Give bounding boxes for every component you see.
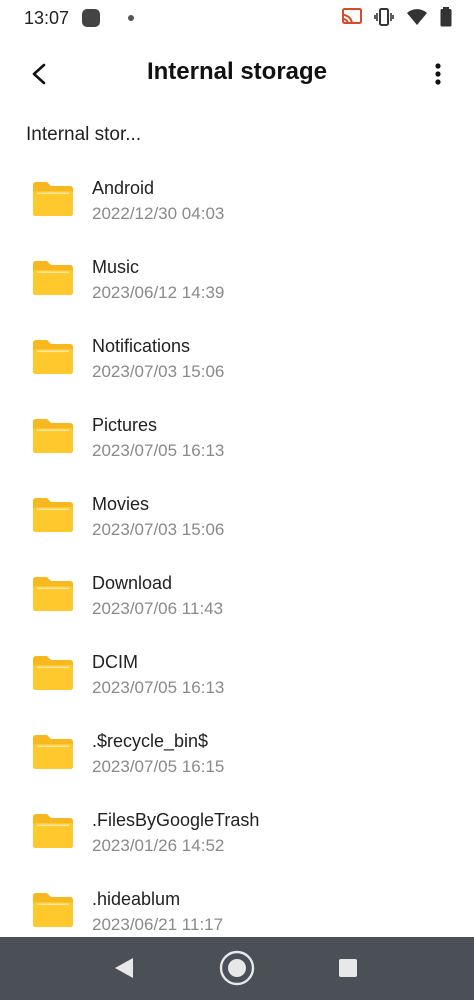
folder-name: DCIM — [92, 652, 138, 672]
folder-date: 2023/07/03 15:06 — [92, 362, 225, 381]
page-title: Internal storage — [146, 58, 328, 85]
folder-date: 2023/07/05 16:13 — [92, 441, 225, 460]
more-notifications-dot-icon — [128, 15, 134, 21]
folder-icon — [33, 656, 73, 690]
folder-name: Android — [92, 178, 155, 198]
folder-name: .FilesByGoogleTrash — [92, 810, 260, 830]
folder-date: 2023/07/03 15:06 — [92, 520, 225, 539]
status-time: 13:07 — [24, 8, 70, 28]
folder-name: Notifications — [92, 336, 191, 356]
battery-icon — [440, 7, 452, 27]
folder-row[interactable]: Movies 2023/07/03 15:06 — [0, 476, 474, 555]
status-bar: 13:07 — [0, 0, 474, 36]
wifi-icon — [407, 9, 427, 25]
folder-row[interactable]: Pictures 2023/07/05 16:13 — [0, 397, 474, 476]
folder-name: .hideablum — [92, 889, 181, 909]
folder-date: 2023/07/05 16:13 — [92, 678, 225, 697]
folder-icon — [33, 261, 73, 295]
folder-icon — [33, 182, 73, 216]
folder-date: 2023/06/21 11:17 — [92, 915, 224, 934]
notification-app-icon — [82, 9, 100, 27]
folder-date: 2023/01/26 14:52 — [92, 836, 225, 855]
folder-name: .$recycle_bin$ — [92, 731, 209, 751]
folder-row[interactable]: .$recycle_bin$ 2023/07/05 16:15 — [0, 713, 474, 792]
folder-name: Movies — [92, 494, 150, 514]
folder-icon — [33, 340, 73, 374]
folder-icon — [33, 893, 73, 927]
folder-name: Download — [92, 573, 173, 593]
app-bar: Internal storage — [0, 42, 474, 104]
folder-icon — [33, 577, 73, 611]
nav-recents-icon[interactable] — [339, 959, 357, 977]
folder-icon — [33, 498, 73, 532]
file-list: Android 2022/12/30 04:03 Music 2023/06/1… — [0, 160, 474, 950]
breadcrumb[interactable]: Internal stor... — [26, 124, 141, 146]
nav-home-icon[interactable] — [219, 950, 255, 986]
folder-name: Music — [92, 257, 140, 277]
folder-name: Pictures — [92, 415, 158, 435]
folder-row[interactable]: .FilesByGoogleTrash 2023/01/26 14:52 — [0, 792, 474, 871]
folder-icon — [33, 814, 73, 848]
folder-icon — [33, 419, 73, 453]
nav-back-icon[interactable] — [114, 957, 134, 979]
folder-date: 2023/06/12 14:39 — [92, 283, 225, 302]
cast-icon — [342, 8, 362, 25]
folder-date: 2023/07/06 11:43 — [92, 599, 224, 618]
more-options-button[interactable] — [426, 56, 450, 92]
folder-date: 2022/12/30 04:03 — [92, 204, 225, 223]
folder-icon — [33, 735, 73, 769]
folder-row[interactable]: Android 2022/12/30 04:03 — [0, 160, 474, 239]
folder-row[interactable]: DCIM 2023/07/05 16:13 — [0, 634, 474, 713]
folder-row[interactable]: Download 2023/07/06 11:43 — [0, 555, 474, 634]
vibrate-icon — [374, 8, 394, 26]
more-vert-icon — [435, 63, 441, 85]
folder-row[interactable]: Notifications 2023/07/03 15:06 — [0, 318, 474, 397]
system-nav-bar — [0, 937, 474, 1000]
folder-date: 2023/07/05 16:15 — [92, 757, 225, 776]
folder-row[interactable]: Music 2023/06/12 14:39 — [0, 239, 474, 318]
